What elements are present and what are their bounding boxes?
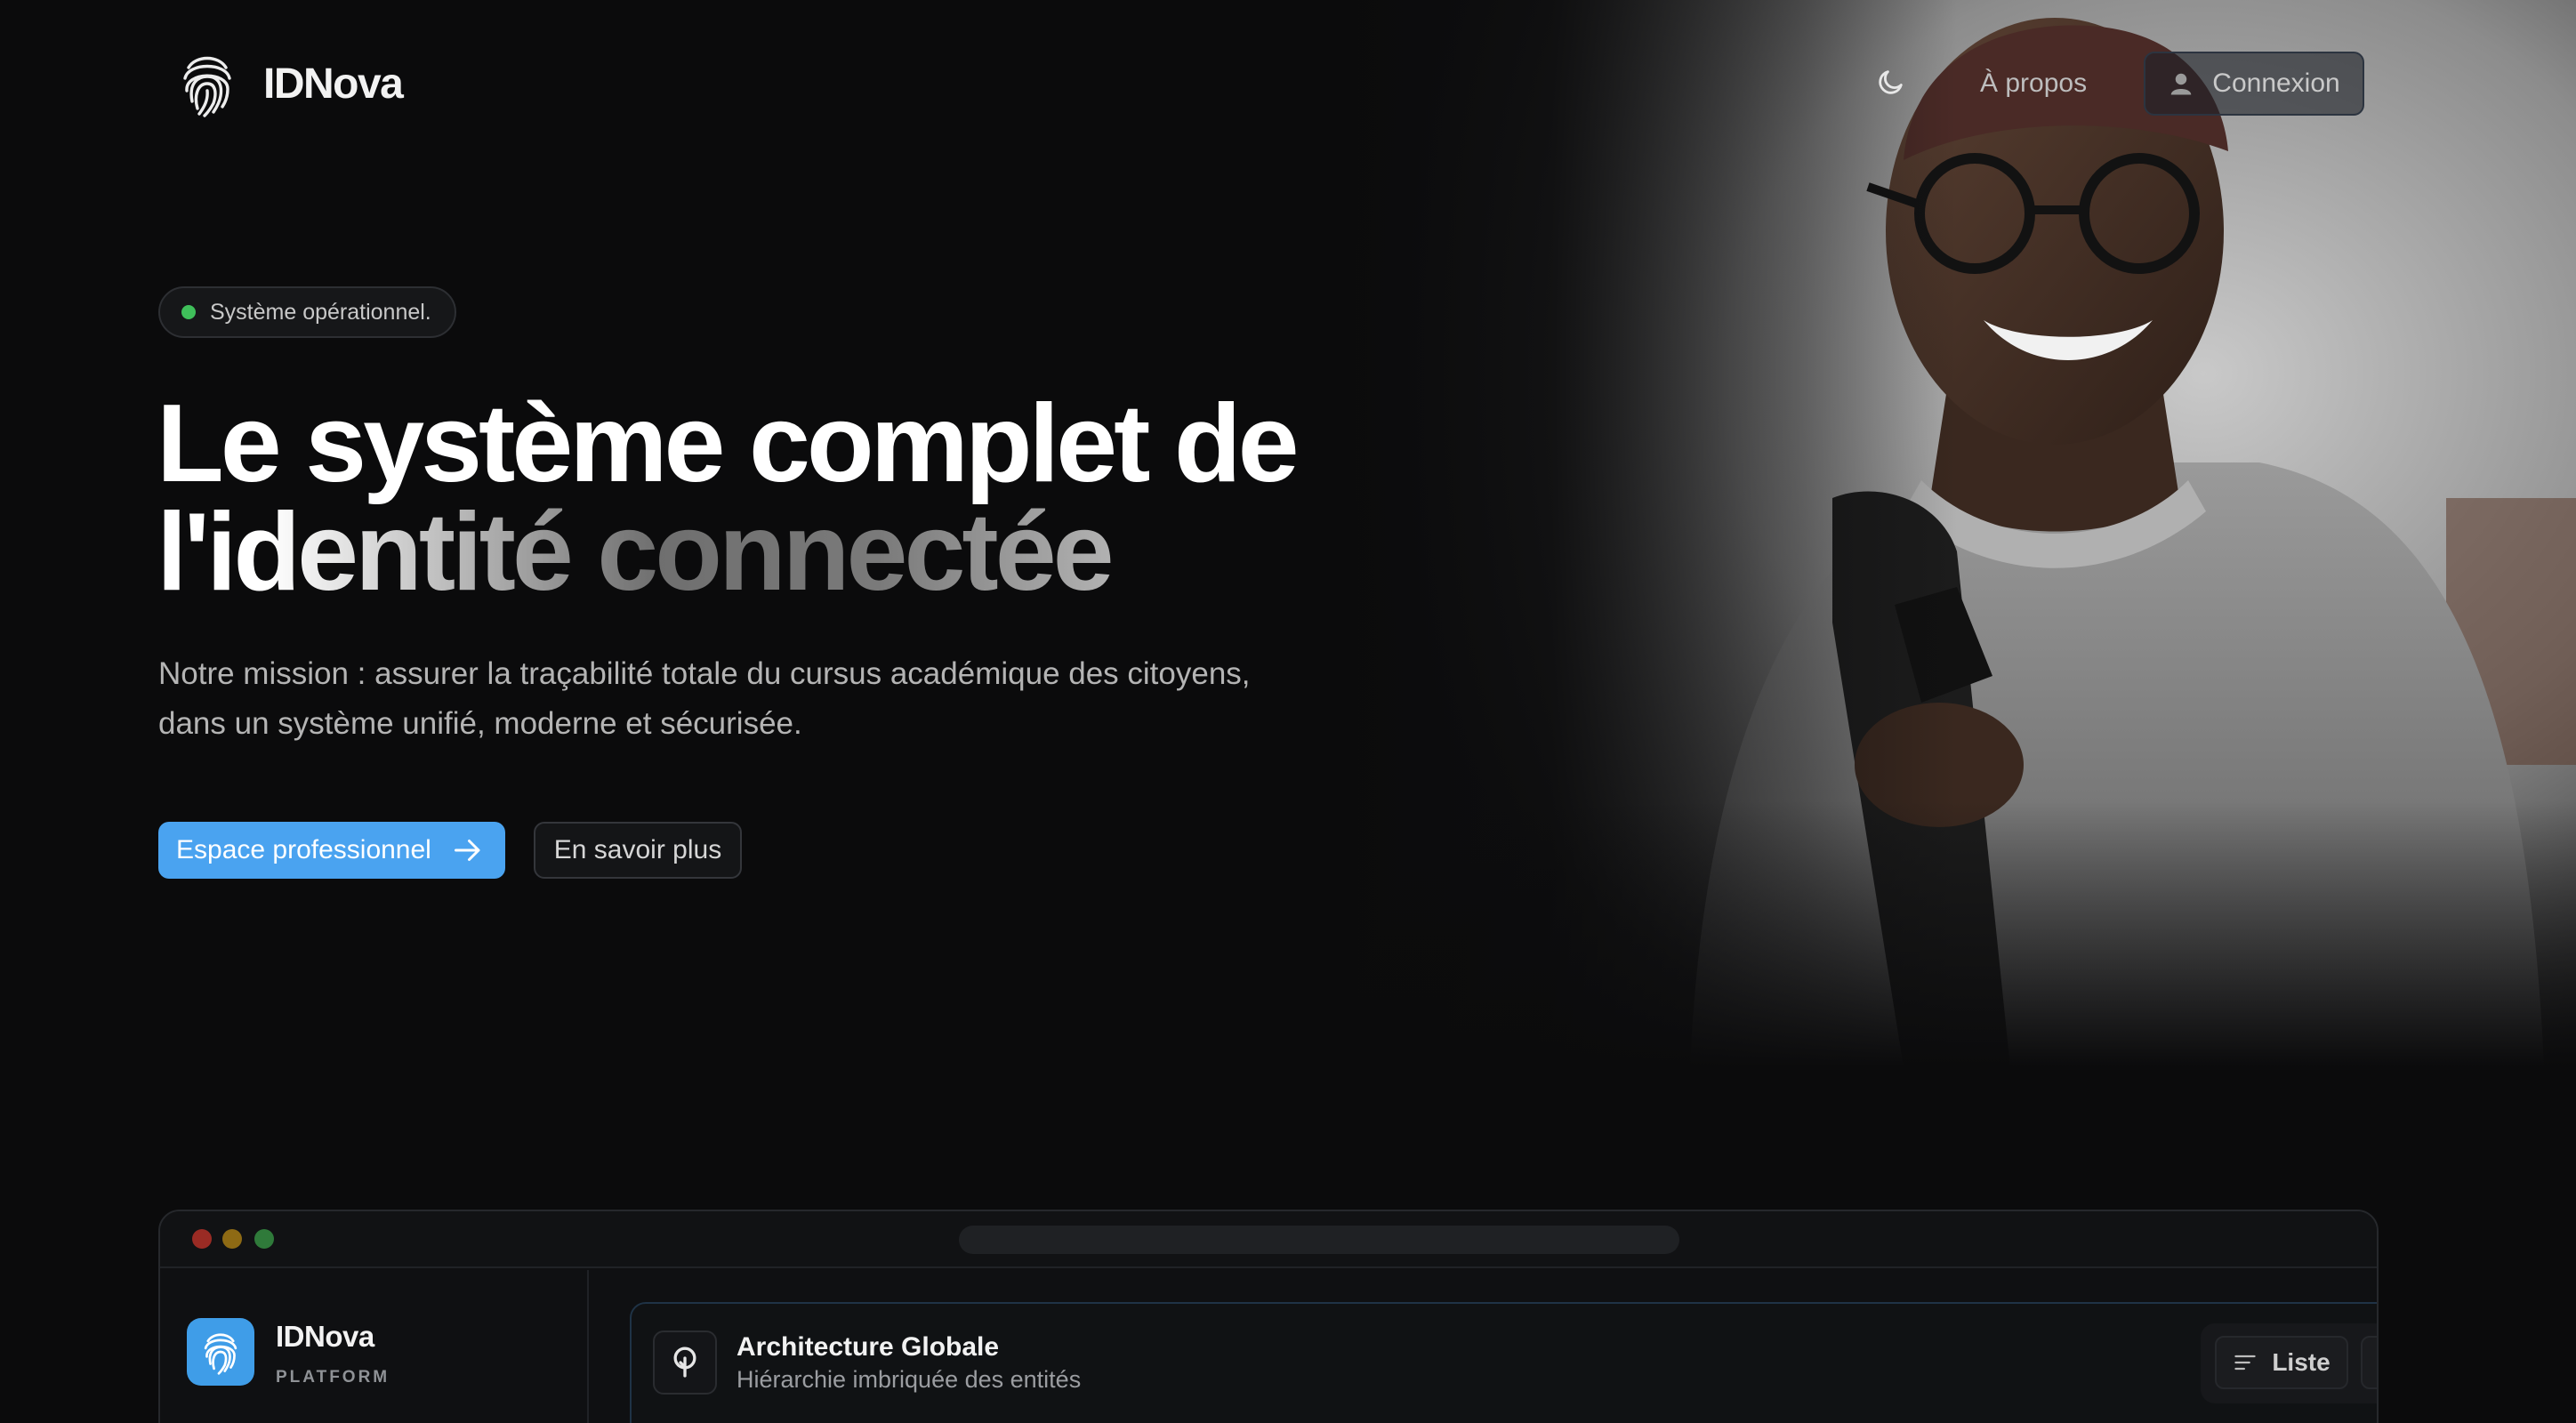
window-close-dot [192, 1229, 212, 1249]
hero-title-line-1: Le système complet de [157, 382, 1300, 505]
view-switcher: Liste [2201, 1323, 2379, 1403]
professional-space-label: Espace professionnel [176, 835, 431, 864]
moon-icon [1879, 70, 1903, 94]
hero-description: Notre mission : assurer la traçabilité t… [158, 649, 1404, 749]
learn-more-button[interactable]: En savoir plus [534, 822, 742, 879]
top-navigation: IDNova À propos Connexion [0, 0, 2576, 169]
app-name: IDNova [276, 1320, 374, 1353]
status-indicator [181, 305, 196, 319]
architecture-card: Architecture Globale Hiérarchie imbriqué… [630, 1302, 2379, 1423]
status-text: Système opérationnel. [210, 299, 431, 325]
professional-space-button[interactable]: Espace professionnel [158, 822, 505, 879]
arrow-right-icon [455, 840, 480, 861]
list-view-label: Liste [2272, 1348, 2330, 1376]
app-subtitle: PLATFORM [276, 1368, 390, 1387]
hero-title-line-2: l'identité connectée [157, 497, 1544, 607]
nav-link-about[interactable]: À propos [1980, 64, 2087, 103]
landing-page: IDNova À propos Connexion Système opérat… [0, 0, 2576, 1423]
card-title: Architecture Globale [737, 1332, 1000, 1362]
brand-logo[interactable]: IDNova [178, 48, 404, 119]
address-bar [959, 1226, 1679, 1254]
fingerprint-icon [183, 56, 231, 117]
hero-description-line-1: Notre mission : assurer la traçabilité t… [158, 656, 1251, 691]
tree-view-icon [2377, 1352, 2379, 1377]
card-subtitle: Hiérarchie imbriquée des entités [737, 1366, 1082, 1393]
list-view-button[interactable]: Liste [2215, 1336, 2348, 1389]
fingerprint-icon [204, 1333, 237, 1375]
login-label: Connexion [2212, 68, 2340, 98]
list-icon [2234, 1355, 2256, 1371]
app-logo [187, 1318, 254, 1386]
tree-icon [673, 1347, 696, 1378]
learn-more-label: En savoir plus [553, 835, 722, 864]
window-title-bar [160, 1211, 2377, 1268]
theme-toggle-button[interactable] [1872, 62, 1911, 101]
app-preview-window: IDNova PLATFORM Architecture Globale Hié… [158, 1210, 2379, 1423]
hero-description-line-2: dans un système unifié, moderne et sécur… [158, 706, 802, 741]
hero-photo-fade-bottom [1334, 800, 2576, 1067]
preview-sidebar: IDNova PLATFORM [160, 1270, 589, 1423]
system-status-badge: Système opérationnel. [158, 286, 456, 338]
tree-view-button[interactable] [2361, 1336, 2379, 1389]
user-icon [2171, 73, 2192, 95]
hero-title: Le système complet de l'identité connect… [157, 382, 1544, 607]
window-minimize-dot [222, 1229, 242, 1249]
login-button[interactable]: Connexion [2144, 52, 2364, 116]
card-icon-container [653, 1331, 717, 1395]
window-maximize-dot [254, 1229, 274, 1249]
brand-name: IDNova [263, 60, 404, 108]
